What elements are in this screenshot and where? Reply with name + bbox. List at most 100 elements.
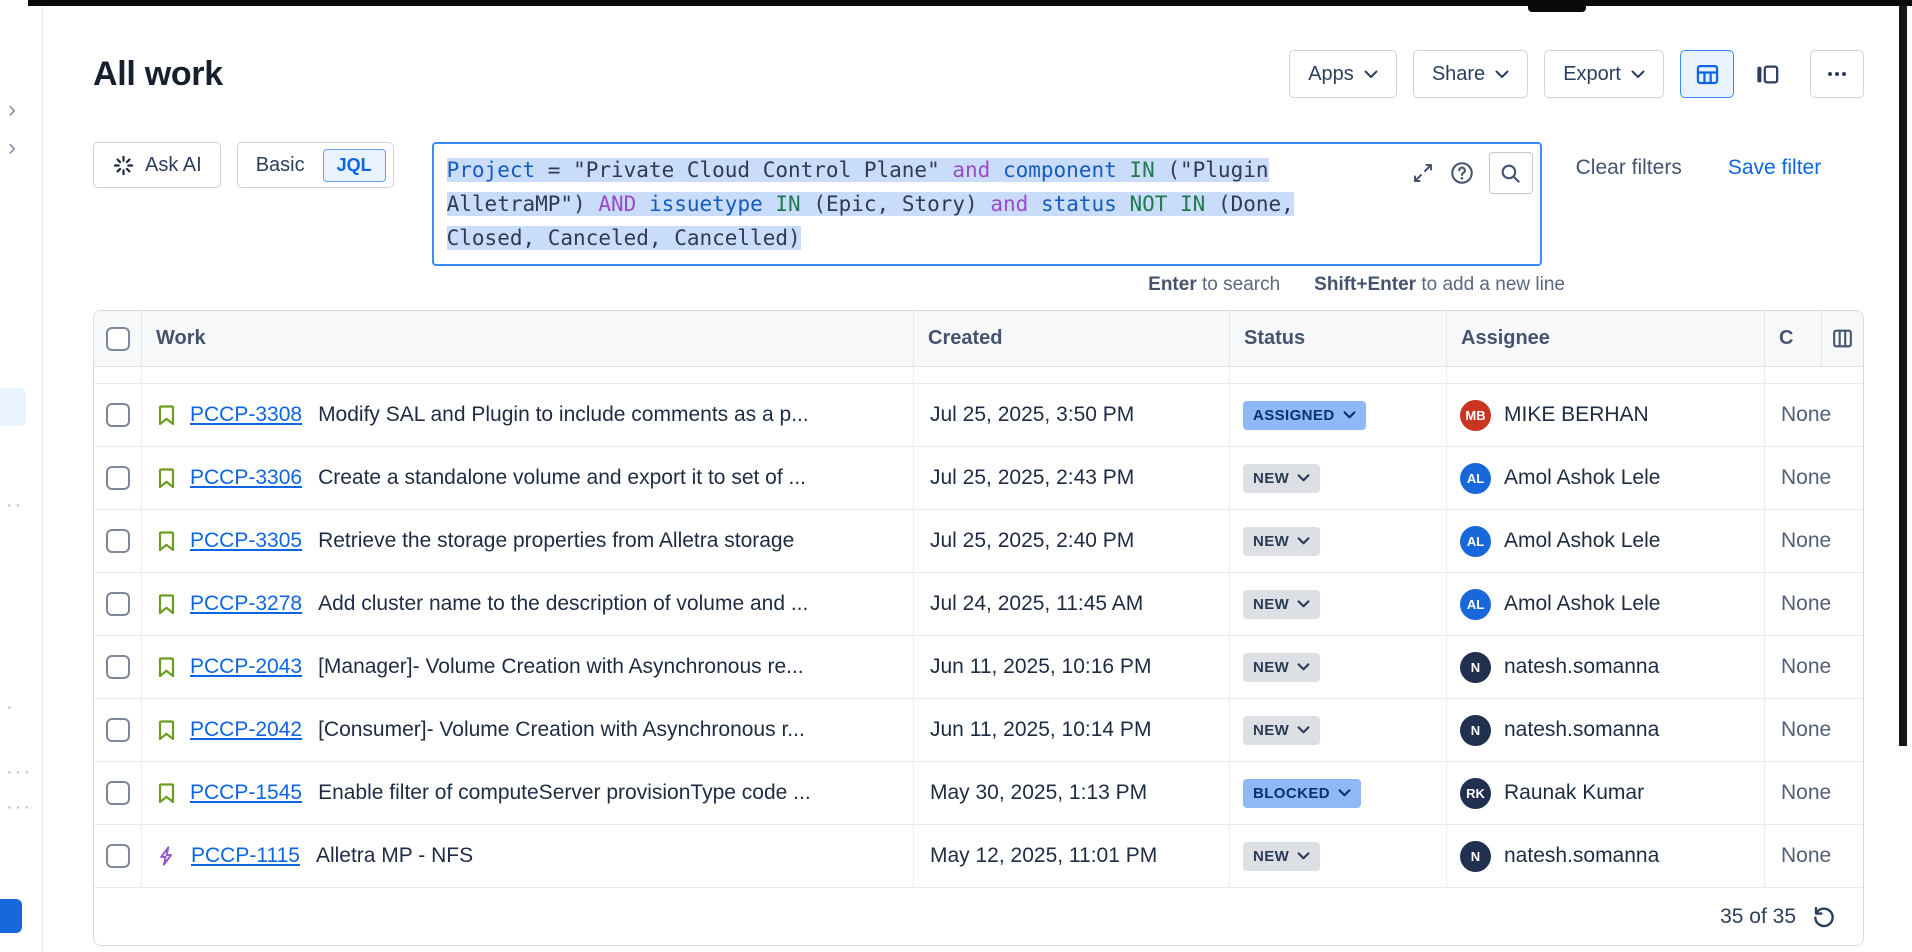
column-header-status[interactable]: Status bbox=[1230, 311, 1447, 366]
expand-editor-icon[interactable] bbox=[1411, 161, 1435, 185]
status-cell: ASSIGNED bbox=[1230, 384, 1447, 446]
status-cell: BLOCKED bbox=[1230, 762, 1447, 824]
jql-token-text bbox=[763, 192, 776, 216]
status-badge[interactable]: NEW bbox=[1243, 716, 1320, 745]
apps-button[interactable]: Apps bbox=[1289, 50, 1397, 98]
created-cell: May 12, 2025, 11:01 PM bbox=[914, 825, 1230, 887]
issue-key-link[interactable]: PCCP-1115 bbox=[191, 844, 300, 868]
run-search-button[interactable] bbox=[1489, 152, 1533, 194]
assignee-name: Raunak Kumar bbox=[1504, 781, 1644, 805]
issue-key-link[interactable]: PCCP-2043 bbox=[190, 655, 302, 679]
assignee-cell: ALAmol Ashok Lele bbox=[1447, 510, 1765, 572]
table-row[interactable]: PCCP-3278Add cluster name to the descrip… bbox=[94, 572, 1863, 635]
window-right-edge bbox=[1899, 6, 1907, 746]
ask-ai-button[interactable]: Ask AI bbox=[93, 142, 221, 188]
row-checkbox[interactable] bbox=[106, 529, 130, 553]
issue-key-link[interactable]: PCCP-3305 bbox=[190, 529, 302, 553]
status-badge[interactable]: ASSIGNED bbox=[1243, 401, 1366, 430]
assignee-cell: MBMIKE BERHAN bbox=[1447, 384, 1765, 446]
issue-summary: [Manager]- Volume Creation with Asynchro… bbox=[318, 655, 804, 679]
jql-token-field: Project bbox=[447, 158, 536, 182]
issue-key-link[interactable]: PCCP-1545 bbox=[190, 781, 302, 805]
refresh-button[interactable] bbox=[1811, 904, 1837, 930]
select-all-checkbox[interactable] bbox=[106, 327, 130, 351]
column-header-assignee[interactable]: Assignee bbox=[1447, 311, 1765, 366]
basic-mode-button[interactable]: Basic bbox=[238, 154, 323, 177]
column-header-created[interactable]: Created bbox=[914, 311, 1230, 366]
story-icon bbox=[156, 466, 177, 490]
search-mode-switch: Basic JQL bbox=[237, 142, 394, 188]
ask-ai-label: Ask AI bbox=[145, 154, 202, 177]
row-checkbox[interactable] bbox=[106, 655, 130, 679]
chevron-down-icon bbox=[1297, 537, 1310, 545]
assignee-cell: ALAmol Ashok Lele bbox=[1447, 573, 1765, 635]
row-checkbox[interactable] bbox=[106, 592, 130, 616]
jql-token-text: = "Private Cloud Control Plane" bbox=[535, 158, 952, 182]
row-checkbox[interactable] bbox=[106, 718, 130, 742]
row-checkbox[interactable] bbox=[106, 403, 130, 427]
category-cell[interactable]: None bbox=[1765, 384, 1863, 446]
chevron-right-icon[interactable]: › bbox=[8, 98, 16, 122]
status-badge[interactable]: NEW bbox=[1243, 464, 1320, 493]
jql-line: Project = "Private Cloud Control Plane" … bbox=[447, 153, 1380, 187]
table-footer: 35 of 35 bbox=[94, 887, 1863, 945]
assignee-name: MIKE BERHAN bbox=[1504, 403, 1649, 427]
clear-filters-button[interactable]: Clear filters bbox=[1576, 156, 1682, 180]
issue-key-link[interactable]: PCCP-3306 bbox=[190, 466, 302, 490]
category-cell[interactable]: None bbox=[1765, 573, 1863, 635]
row-checkbox[interactable] bbox=[106, 844, 130, 868]
row-checkbox[interactable] bbox=[106, 781, 130, 805]
issue-key-link[interactable]: PCCP-2042 bbox=[190, 718, 302, 742]
more-actions-button[interactable] bbox=[1810, 50, 1864, 98]
table-row[interactable]: PCCP-3308Modify SAL and Plugin to includ… bbox=[94, 383, 1863, 446]
refresh-icon bbox=[1811, 904, 1837, 930]
table-row[interactable]: PCCP-3305Retrieve the storage properties… bbox=[94, 509, 1863, 572]
issue-key-link[interactable]: PCCP-3308 bbox=[190, 403, 302, 427]
status-cell: NEW bbox=[1230, 825, 1447, 887]
jql-mode-button[interactable]: JQL bbox=[323, 149, 386, 182]
category-cell[interactable]: None bbox=[1765, 762, 1863, 824]
status-badge[interactable]: BLOCKED bbox=[1243, 779, 1361, 808]
row-checkbox-cell bbox=[94, 699, 142, 761]
avatar: AL bbox=[1460, 526, 1491, 557]
category-cell[interactable]: None bbox=[1765, 636, 1863, 698]
detail-view-button[interactable] bbox=[1740, 50, 1794, 98]
jql-editor[interactable]: Project = "Private Cloud Control Plane" … bbox=[432, 142, 1542, 266]
chevron-right-icon[interactable]: › bbox=[8, 136, 16, 160]
syntax-help-icon[interactable] bbox=[1449, 160, 1475, 186]
share-button[interactable]: Share bbox=[1413, 50, 1528, 98]
table-row[interactable]: PCCP-3306Create a standalone volume and … bbox=[94, 446, 1863, 509]
jql-token-text: ("Plugin bbox=[1155, 158, 1269, 182]
status-cell: NEW bbox=[1230, 447, 1447, 509]
table-row[interactable]: PCCP-1115Alletra MP - NFSMay 12, 2025, 1… bbox=[94, 824, 1863, 887]
table-row[interactable]: PCCP-2043 [Manager]- Volume Creation with… bbox=[94, 635, 1863, 698]
status-badge[interactable]: NEW bbox=[1243, 842, 1320, 871]
column-header-work[interactable]: Work bbox=[142, 311, 914, 366]
issue-key-link[interactable]: PCCP-3278 bbox=[190, 592, 302, 616]
work-table: Work Created Status Assignee C PCCP-3308… bbox=[93, 310, 1864, 946]
sidebar-bottom-button[interactable] bbox=[0, 899, 22, 933]
export-button[interactable]: Export bbox=[1544, 50, 1664, 98]
category-cell[interactable]: None bbox=[1765, 447, 1863, 509]
list-view-button[interactable] bbox=[1680, 50, 1734, 98]
created-cell: Jun 11, 2025, 10:14 PM bbox=[914, 699, 1230, 761]
export-button-label: Export bbox=[1563, 63, 1621, 86]
status-badge[interactable]: NEW bbox=[1243, 590, 1320, 619]
ellipsis-icon bbox=[1825, 62, 1849, 86]
category-cell[interactable]: None bbox=[1765, 699, 1863, 761]
category-cell[interactable]: None bbox=[1765, 825, 1863, 887]
category-cell[interactable]: None bbox=[1765, 510, 1863, 572]
status-badge[interactable]: NEW bbox=[1243, 527, 1320, 556]
save-filter-link[interactable]: Save filter bbox=[1728, 156, 1821, 180]
row-checkbox-cell bbox=[94, 825, 142, 887]
hint-enter-key: Enter bbox=[1148, 274, 1197, 295]
table-row[interactable]: PCCP-1545Enable filter of computeServer … bbox=[94, 761, 1863, 824]
row-checkbox[interactable] bbox=[106, 466, 130, 490]
table-row[interactable]: PCCP-2042[Consumer]- Volume Creation wit… bbox=[94, 698, 1863, 761]
work-cell: PCCP-3278Add cluster name to the descrip… bbox=[142, 573, 914, 635]
status-badge[interactable]: NEW bbox=[1243, 653, 1320, 682]
sidebar-active-item[interactable] bbox=[0, 388, 26, 426]
column-header-category-label[interactable]: C bbox=[1779, 327, 1793, 350]
configure-columns-button[interactable] bbox=[1821, 311, 1863, 366]
story-icon bbox=[156, 403, 177, 427]
